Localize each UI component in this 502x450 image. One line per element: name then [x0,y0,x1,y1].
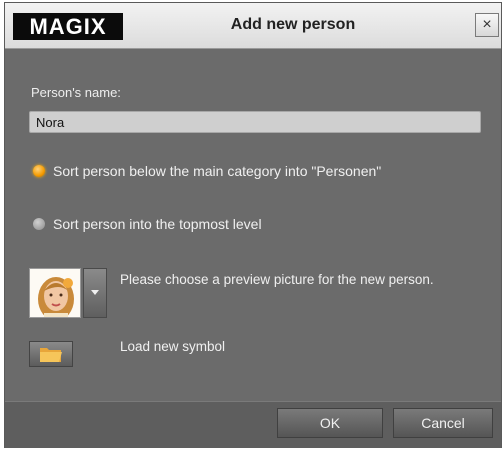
dialog-footer: OK Cancel [5,401,501,448]
radio-label-main-category: Sort person below the main category into… [53,163,382,179]
dialog-title: Add new person [230,16,356,33]
magix-logo: MAGIX [13,13,123,40]
face-thumbnail-icon[interactable] [29,268,81,318]
preview-picture-hint: Please choose a preview picture for the … [120,272,434,287]
radio-option-topmost-level[interactable]: Sort person into the topmost level [33,216,262,232]
load-symbol-label: Load new symbol [120,339,226,354]
load-symbol-button[interactable] [29,341,73,367]
chevron-down-icon[interactable] [83,268,107,318]
folder-icon [40,348,62,362]
title-bar: MAGIX Add new person × [5,3,501,49]
radio-label-topmost-level: Sort person into the topmost level [53,216,262,232]
radio-option-main-category[interactable]: Sort person below the main category into… [33,163,381,179]
close-icon[interactable]: × [475,13,499,37]
radio-selected-icon[interactable] [33,165,45,177]
cancel-button[interactable]: Cancel [393,408,493,438]
add-person-dialog: MAGIX Add new person × Person's name: So… [5,3,501,448]
preview-picture-picker[interactable] [29,268,107,318]
radio-unselected-icon[interactable] [33,218,45,230]
person-name-input[interactable] [29,111,481,133]
person-name-label: Person's name: [31,85,121,100]
ok-button[interactable]: OK [277,408,383,438]
